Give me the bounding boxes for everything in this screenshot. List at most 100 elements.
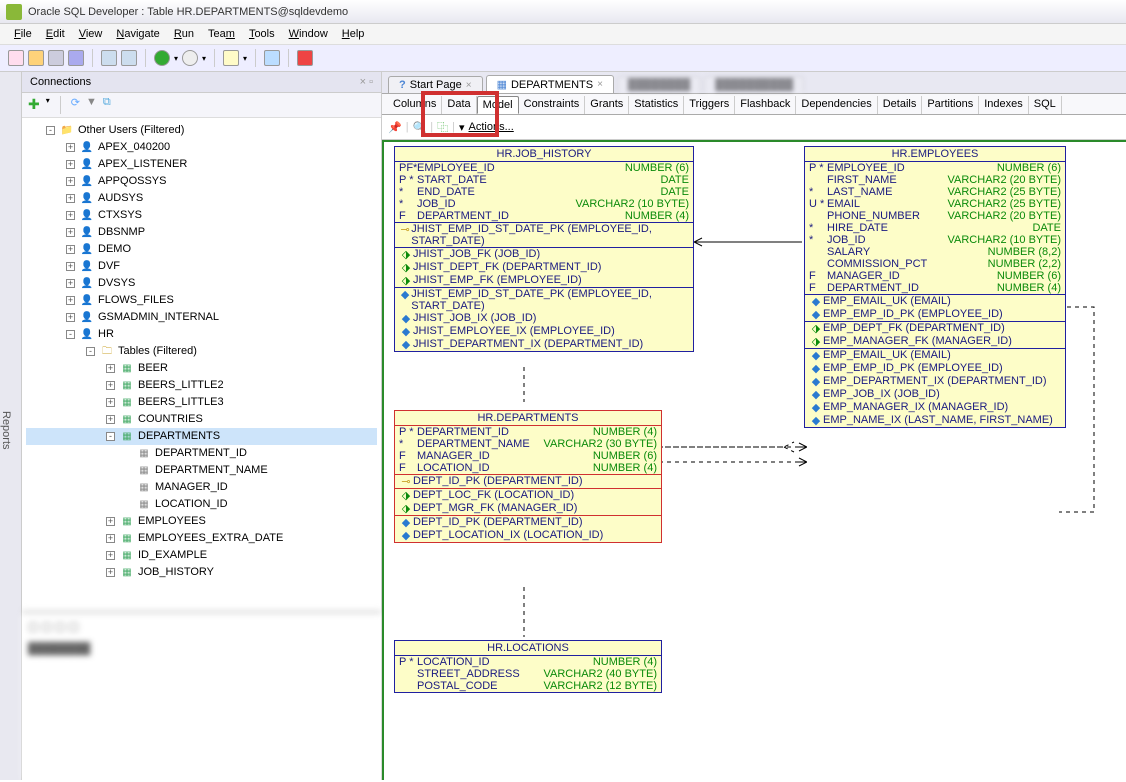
tree-user[interactable]: +👤 APEX_LISTENER <box>26 156 377 173</box>
tree-table[interactable]: +▦ EMPLOYEES <box>26 513 377 530</box>
menu-window[interactable]: Window <box>283 26 334 42</box>
erd-departments[interactable]: HR.DEPARTMENTS P *DEPARTMENT_IDNUMBER (4… <box>394 410 662 543</box>
tree-user[interactable]: +👤 FLOWS_FILES <box>26 292 377 309</box>
user-icon: 👤 <box>79 326 95 342</box>
tree-column[interactable]: ▦ LOCATION_ID <box>26 496 377 513</box>
subtab-model[interactable]: Model <box>477 96 519 114</box>
subtab-details[interactable]: Details <box>878 96 923 114</box>
panel-controls[interactable]: × ▫ <box>360 76 373 88</box>
find-icon[interactable] <box>264 50 280 66</box>
user-icon: 👤 <box>79 292 95 308</box>
tree-user[interactable]: +👤 DVF <box>26 258 377 275</box>
subtab-dependencies[interactable]: Dependencies <box>796 96 877 114</box>
new-connection-icon[interactable]: ✚ <box>28 96 40 114</box>
subtab-data[interactable]: Data <box>442 96 476 114</box>
tree-table[interactable]: +▦ COUNTRIES <box>26 411 377 428</box>
separator <box>288 49 289 67</box>
cascade-icon[interactable]: ⧉ <box>103 96 111 114</box>
redo-icon[interactable] <box>121 50 137 66</box>
menu-edit[interactable]: Edit <box>40 26 71 42</box>
model-diagram[interactable]: HR.JOB_HISTORY PF*EMPLOYEE_IDNUMBER (6) … <box>382 140 1126 780</box>
tree-user[interactable]: +👤 AUDSYS <box>26 190 377 207</box>
index-icon: ⬗ <box>809 322 823 335</box>
index-icon: ◆ <box>809 375 823 388</box>
tree-user[interactable]: +👤 CTXSYS <box>26 207 377 224</box>
tab-blurred[interactable]: ██████████ <box>704 76 804 93</box>
erd-job-history[interactable]: HR.JOB_HISTORY PF*EMPLOYEE_IDNUMBER (6) … <box>394 146 694 352</box>
subtab-indexes[interactable]: Indexes <box>979 96 1029 114</box>
erd-index: ⬗ JHIST_JOB_FK (JOB_ID) <box>395 248 693 261</box>
tree-tables-folder[interactable]: - 🗀 Tables (Filtered) <box>26 343 377 360</box>
open-icon[interactable] <box>28 50 44 66</box>
tree-table[interactable]: +▦ BEERS_LITTLE3 <box>26 394 377 411</box>
erd-column: STREET_ADDRESSVARCHAR2 (40 BYTE) <box>395 668 661 680</box>
table-icon: ▦ <box>119 411 135 427</box>
tree-user[interactable]: +👤 DBSNMP <box>26 224 377 241</box>
subtab-statistics[interactable]: Statistics <box>629 96 684 114</box>
tree-column[interactable]: ▦ DEPARTMENT_ID <box>26 445 377 462</box>
user-icon: 👤 <box>79 275 95 291</box>
menu-help[interactable]: Help <box>336 26 371 42</box>
subtab-grants[interactable]: Grants <box>585 96 629 114</box>
menu-tools[interactable]: Tools <box>243 26 281 42</box>
filter-icon[interactable]: ▼ <box>86 96 97 114</box>
saveall-icon[interactable] <box>68 50 84 66</box>
subtab-sql[interactable]: SQL <box>1029 96 1062 114</box>
close-icon[interactable]: × <box>597 79 603 90</box>
tree-root[interactable]: - 📁 Other Users (Filtered) <box>26 122 377 139</box>
subtab-partitions[interactable]: Partitions <box>922 96 979 114</box>
diagram-icon[interactable]: ⿻ <box>437 119 448 135</box>
user-icon: 👤 <box>79 207 95 223</box>
menu-file[interactable]: File <box>8 26 38 42</box>
tree-table[interactable]: +▦ BEERS_LITTLE2 <box>26 377 377 394</box>
erd-locations[interactable]: HR.LOCATIONS P *LOCATION_IDNUMBER (4) ST… <box>394 640 662 693</box>
tab-departments[interactable]: ▦ DEPARTMENTS × <box>486 75 614 93</box>
tree-user[interactable]: +👤 GSMADMIN_INTERNAL <box>26 309 377 326</box>
erd-column: P *START_DATEDATE <box>395 174 693 186</box>
close-icon[interactable]: × <box>466 80 472 91</box>
tree-column[interactable]: ▦ MANAGER_ID <box>26 479 377 496</box>
sql-icon[interactable] <box>223 50 239 66</box>
left-rail-reports[interactable]: Reports <box>0 72 22 780</box>
pin-icon[interactable]: 📌 <box>388 121 402 134</box>
tab-start-page[interactable]: ? Start Page × <box>388 76 483 93</box>
actions-button[interactable]: Actions... <box>469 121 514 133</box>
tree-table[interactable]: +▦ JOB_HISTORY <box>26 564 377 581</box>
subtab-columns[interactable]: Columns <box>388 96 442 114</box>
menu-run[interactable]: Run <box>168 26 200 42</box>
erd-index: ◆ JHIST_DEPARTMENT_IX (DEPARTMENT_ID) <box>395 338 693 351</box>
menu-view[interactable]: View <box>73 26 109 42</box>
index-icon: ◆ <box>809 414 823 427</box>
index-icon: ⬗ <box>399 274 413 287</box>
new-icon[interactable] <box>8 50 24 66</box>
erd-column: *DEPARTMENT_NAMEVARCHAR2 (30 BYTE) <box>395 438 661 450</box>
subtab-constraints[interactable]: Constraints <box>519 96 586 114</box>
subtab-triggers[interactable]: Triggers <box>684 96 735 114</box>
refresh-icon[interactable]: ⟳ <box>71 96 80 114</box>
save-icon[interactable] <box>48 50 64 66</box>
tree-user[interactable]: +👤 APEX_040200 <box>26 139 377 156</box>
undo-icon[interactable] <box>101 50 117 66</box>
forward-nav-icon[interactable] <box>182 50 198 66</box>
tab-blurred[interactable]: ████████ <box>617 76 701 93</box>
menu-team[interactable]: Team <box>202 26 241 42</box>
subtab-flashback[interactable]: Flashback <box>735 96 796 114</box>
erd-employees[interactable]: HR.EMPLOYEES P *EMPLOYEE_IDNUMBER (6) FI… <box>804 146 1066 428</box>
erd-index: ◆ EMP_NAME_IX (LAST_NAME, FIRST_NAME) <box>805 414 1065 427</box>
dropdown-icon[interactable]: ▾ <box>459 121 465 134</box>
tree-user[interactable]: +👤 DVSYS <box>26 275 377 292</box>
tree-table[interactable]: +▦ EMPLOYEES_EXTRA_DATE <box>26 530 377 547</box>
tree-table-departments[interactable]: - ▦ DEPARTMENTS <box>26 428 377 445</box>
tree-table[interactable]: +▦ BEER <box>26 360 377 377</box>
user-icon: 👤 <box>79 258 95 274</box>
tree-user[interactable]: +👤 DEMO <box>26 241 377 258</box>
tree-user-hr[interactable]: - 👤 HR <box>26 326 377 343</box>
zoom-in-icon[interactable]: 🔍 <box>413 121 427 134</box>
erd-index: ◆ JHIST_EMPLOYEE_IX (EMPLOYEE_ID) <box>395 325 693 338</box>
back-nav-icon[interactable] <box>154 50 170 66</box>
tree-table[interactable]: +▦ ID_EXAMPLE <box>26 547 377 564</box>
tree-user[interactable]: +👤 APPQOSSYS <box>26 173 377 190</box>
tree-column[interactable]: ▦ DEPARTMENT_NAME <box>26 462 377 479</box>
menu-navigate[interactable]: Navigate <box>110 26 165 42</box>
stop-icon[interactable] <box>297 50 313 66</box>
